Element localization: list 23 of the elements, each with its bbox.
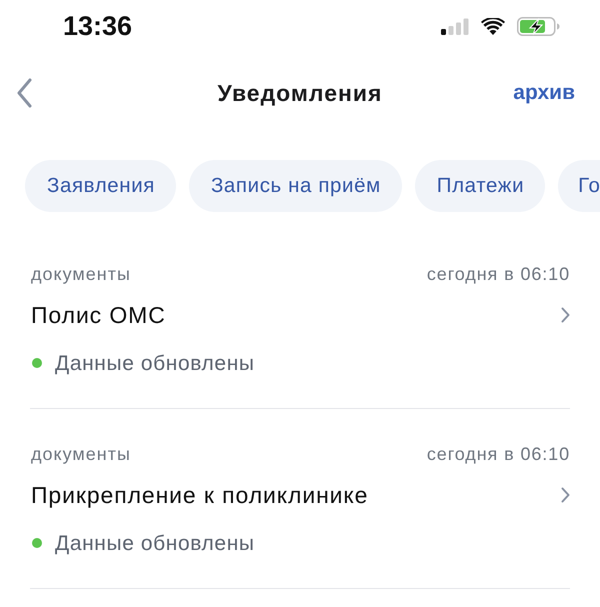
notification-title: Полис ОМС	[30, 300, 166, 330]
notification-time: сегодня в 06:10	[426, 262, 570, 286]
notification-time: сегодня в 06:10	[426, 442, 570, 466]
filter-chip[interactable]: Го	[558, 160, 600, 212]
battery-charging-icon	[517, 16, 560, 36]
status-text: Данные обновлены	[55, 531, 255, 558]
notification-title: Прикрепление к поликлинике	[30, 480, 368, 510]
notification-category: документы	[30, 442, 131, 466]
wifi-icon	[481, 18, 505, 34]
filter-chip[interactable]: Заявления	[25, 160, 176, 212]
archive-link[interactable]: архив	[513, 77, 575, 109]
filter-chip[interactable]: Запись на приём	[188, 160, 402, 212]
notification-category: документы	[30, 262, 131, 286]
notification-item[interactable]: документы сегодня в 06:10 Прикрепление к поликлинике Данные обновлены	[30, 409, 570, 589]
signal-icon	[441, 18, 469, 34]
filter-chip[interactable]: Платежи	[414, 160, 546, 212]
status-text: Данные обновлены	[55, 351, 255, 378]
status-time: 13:36	[63, 12, 132, 40]
chevron-right-icon	[561, 307, 570, 323]
back-icon[interactable]	[16, 78, 32, 108]
page-title: Уведомления	[218, 78, 382, 108]
notification-item[interactable]: документы сегодня в 06:10 Полис ОМС Данные обновлены	[30, 229, 570, 409]
chevron-right-icon	[561, 487, 570, 503]
